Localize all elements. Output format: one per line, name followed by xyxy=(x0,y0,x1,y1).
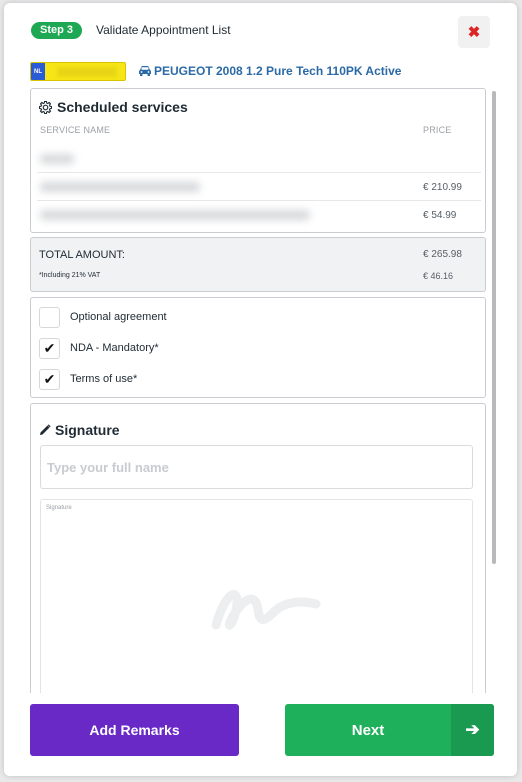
close-button[interactable]: ✖ xyxy=(458,16,490,48)
vat-label: *Including 21% VAT xyxy=(39,272,101,279)
scheduled-services-card: Scheduled services SERVICE NAME PRICE € … xyxy=(30,88,486,233)
appointment-modal: Step 3 Validate Appointment List ✖ NL PE… xyxy=(4,3,517,776)
services-title-text: Scheduled services xyxy=(57,99,188,115)
car-icon xyxy=(139,66,151,76)
signature-watermark-icon xyxy=(211,589,321,630)
signature-pad[interactable]: Signature xyxy=(40,499,473,693)
signature-card: Signature Signature xyxy=(30,403,486,693)
service-name-redacted xyxy=(40,210,310,220)
total-card: TOTAL AMOUNT: € 265.98 *Including 21% VA… xyxy=(30,237,486,292)
checkmark-icon: ✔ xyxy=(43,339,56,356)
agreement-optional[interactable]: Optional agreement xyxy=(39,306,167,328)
agreement-label: Optional agreement xyxy=(70,311,167,323)
plate-country: NL xyxy=(31,63,45,80)
vehicle-row: NL PEUGEOT 2008 1.2 Pure Tech 110PK Acti… xyxy=(30,61,490,83)
services-title: Scheduled services xyxy=(39,99,188,115)
checkbox-terms[interactable]: ✔ xyxy=(39,368,60,390)
full-name-input[interactable] xyxy=(40,445,473,489)
pencil-icon xyxy=(40,424,51,435)
table-row: € 54.99 xyxy=(37,201,481,229)
checkbox-optional[interactable] xyxy=(39,306,60,328)
total-label: TOTAL AMOUNT: xyxy=(39,249,125,261)
vat-value: € 46.16 xyxy=(423,271,454,281)
table-row xyxy=(37,145,481,173)
signature-title: Signature xyxy=(39,422,120,438)
agreement-terms[interactable]: ✔ Terms of use* xyxy=(39,368,137,390)
agreement-label: NDA - Mandatory* xyxy=(70,342,159,354)
vehicle-name: PEUGEOT 2008 1.2 Pure Tech 110PK Active xyxy=(154,64,402,78)
scrollbar[interactable] xyxy=(492,91,498,693)
license-plate: NL xyxy=(30,62,126,81)
checkmark-icon: ✔ xyxy=(43,370,56,387)
service-price: € 54.99 xyxy=(423,210,457,221)
modal-footer: Add Remarks Next ➔ xyxy=(4,693,517,776)
step-badge: Step 3 xyxy=(31,22,83,39)
close-icon: ✖ xyxy=(467,23,481,41)
col-service-name: SERVICE NAME xyxy=(40,125,111,135)
table-row: € 210.99 xyxy=(37,173,481,201)
agreement-nda[interactable]: ✔ NDA - Mandatory* xyxy=(39,337,159,359)
modal-title: Validate Appointment List xyxy=(96,23,231,37)
agreements-card: Optional agreement ✔ NDA - Mandatory* ✔ … xyxy=(30,297,486,398)
next-button[interactable]: Next ➔ xyxy=(285,704,494,756)
checkbox-nda[interactable]: ✔ xyxy=(39,337,60,359)
service-name-redacted xyxy=(40,182,200,192)
service-name-redacted xyxy=(40,154,74,164)
col-price: PRICE xyxy=(423,125,452,135)
scrollbar-thumb[interactable] xyxy=(492,91,496,564)
gear-icon xyxy=(39,100,52,114)
plate-number-redacted xyxy=(57,67,117,77)
service-price: € 210.99 xyxy=(423,182,462,193)
total-value: € 265.98 xyxy=(423,249,462,260)
signature-pad-label: Signature xyxy=(46,505,72,511)
scroll-content: Scheduled services SERVICE NAME PRICE € … xyxy=(30,88,492,693)
arrow-right-icon: ➔ xyxy=(451,704,494,756)
add-remarks-button[interactable]: Add Remarks xyxy=(30,704,239,756)
agreement-label: Terms of use* xyxy=(70,373,138,385)
modal-header: Step 3 Validate Appointment List ✖ xyxy=(4,3,517,59)
next-button-label: Next xyxy=(351,721,385,739)
signature-title-text: Signature xyxy=(55,422,120,438)
